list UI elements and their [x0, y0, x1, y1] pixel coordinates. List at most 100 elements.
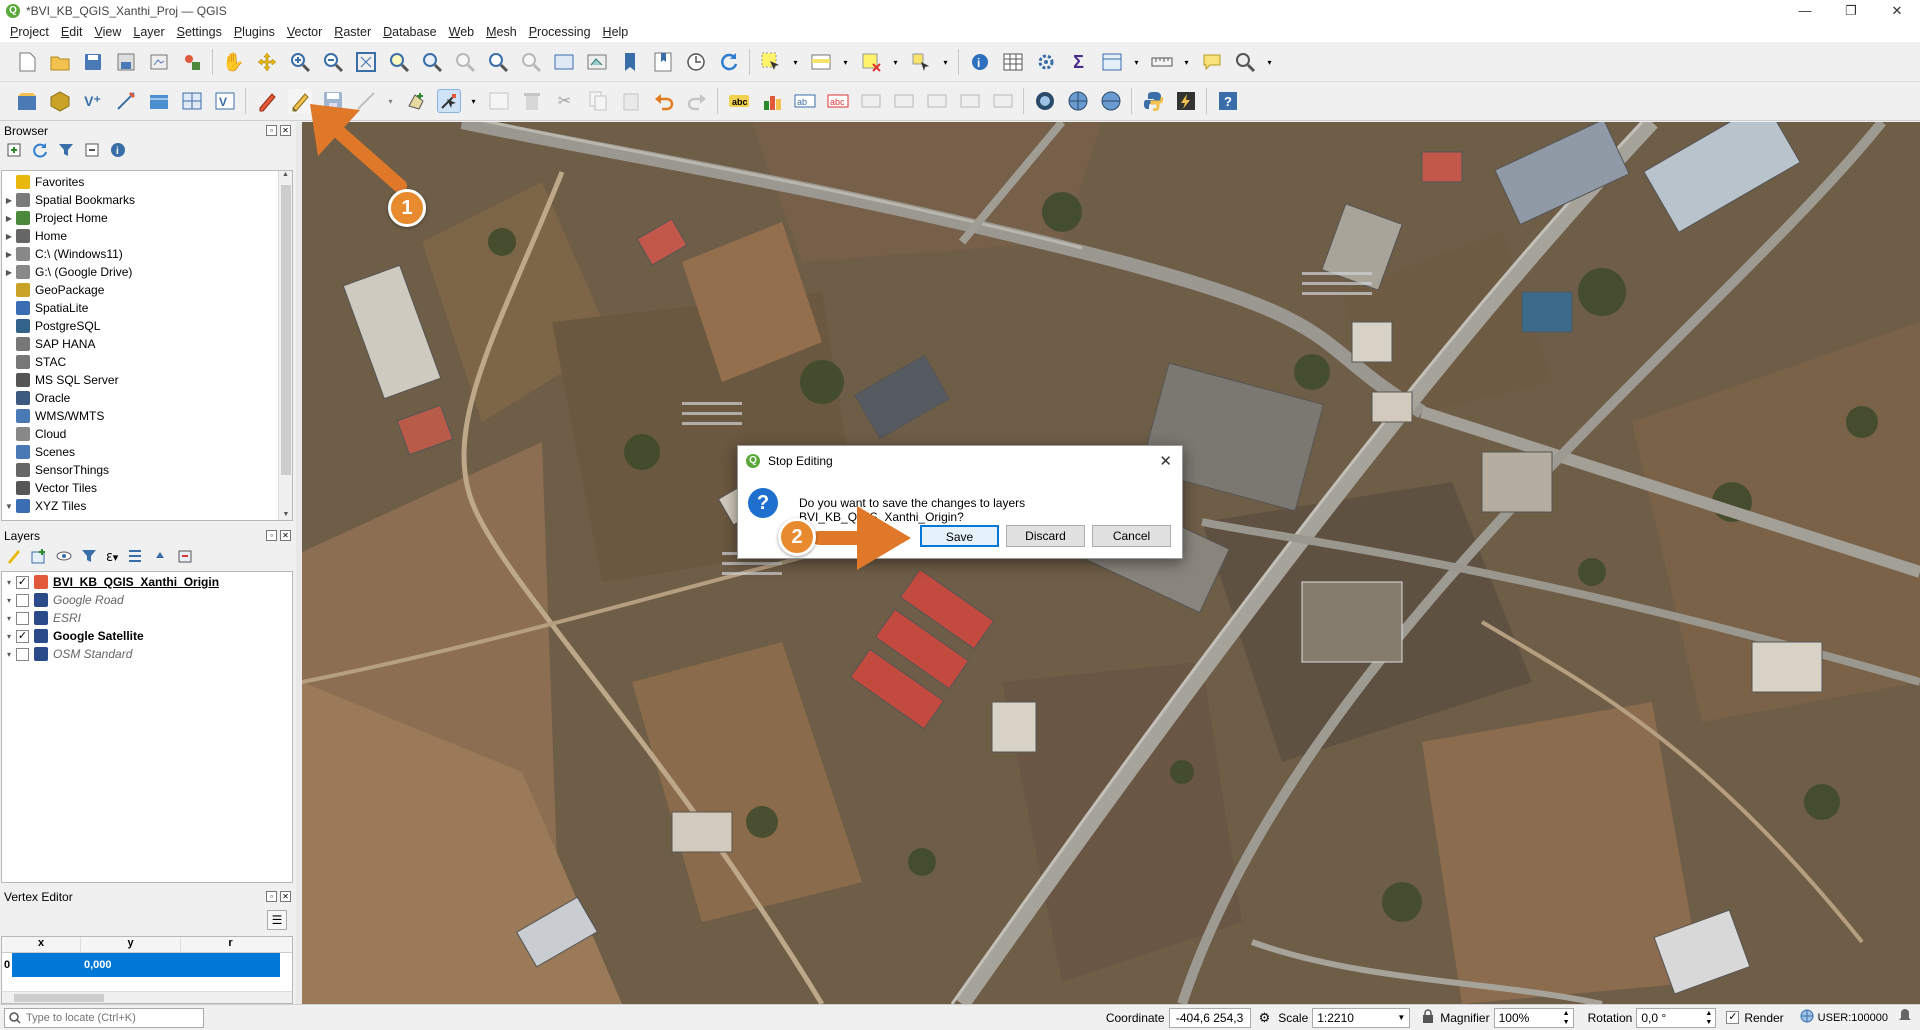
- zoom-last-icon[interactable]: [486, 50, 510, 74]
- extents-toggle-icon[interactable]: ⚙: [1259, 1010, 1271, 1026]
- modify-attributes-icon[interactable]: [487, 89, 511, 113]
- add-selected-layers-icon[interactable]: [6, 142, 22, 161]
- virtual-layer-icon[interactable]: [147, 89, 171, 113]
- expand-arrow-icon[interactable]: ▾: [2, 596, 16, 605]
- browser-item[interactable]: ▶ Home: [2, 227, 292, 245]
- menu-layer[interactable]: Layer: [127, 25, 170, 39]
- processing-toolbox-icon[interactable]: [1034, 50, 1058, 74]
- layer-item[interactable]: ▾ ✓ BVI_KB_QGIS_Xanthi_Origin: [2, 573, 292, 591]
- locator-input[interactable]: [26, 1011, 196, 1024]
- expand-arrow-icon[interactable]: ▶: [2, 232, 16, 241]
- statistics-sigma-icon[interactable]: Σ: [1067, 50, 1091, 74]
- menu-project[interactable]: Project: [4, 25, 55, 39]
- expand-arrow-icon[interactable]: ▶: [2, 196, 16, 205]
- zoom-next-icon[interactable]: [519, 50, 543, 74]
- chevron-down-icon[interactable]: ▾: [470, 89, 478, 113]
- collapse-all-icon[interactable]: [152, 548, 168, 567]
- menu-vector[interactable]: Vector: [281, 25, 328, 39]
- identify-features-icon[interactable]: i: [968, 50, 992, 74]
- zoom-full-icon[interactable]: [354, 50, 378, 74]
- rotation-spinbox[interactable]: 0,0 ° ▲ ▼: [1636, 1007, 1717, 1028]
- show-hide-labels-icon[interactable]: [892, 89, 916, 113]
- magnifier-spinbox[interactable]: 100% ▲ ▼: [1493, 1007, 1574, 1028]
- render-checkbox[interactable]: ✓: [1726, 1011, 1740, 1024]
- data-source-manager-icon[interactable]: [15, 89, 39, 113]
- map-tips-icon[interactable]: [1200, 50, 1224, 74]
- minimize-button[interactable]: —: [1782, 0, 1828, 22]
- temporal-controller-icon[interactable]: [684, 50, 708, 74]
- layer-visibility-checkbox[interactable]: [16, 647, 29, 661]
- expand-arrow-icon[interactable]: ▾: [2, 578, 16, 587]
- copy-features-icon[interactable]: [586, 89, 610, 113]
- browser-item[interactable]: STAC: [2, 353, 292, 371]
- zoom-to-selection-icon[interactable]: [387, 50, 411, 74]
- discard-button[interactable]: Discard: [1006, 525, 1085, 547]
- filter-legend-icon[interactable]: [81, 548, 97, 567]
- expand-arrow-icon[interactable]: ▶: [2, 268, 16, 277]
- label-settings-icon[interactable]: abc: [727, 89, 751, 113]
- open-project-icon[interactable]: [48, 50, 72, 74]
- select-location-icon[interactable]: [909, 50, 933, 74]
- browser-item[interactable]: PostgreSQL: [2, 317, 292, 335]
- undo-icon[interactable]: [652, 89, 676, 113]
- options-menu-icon[interactable]: ☰: [267, 910, 287, 930]
- maximize-button[interactable]: ❐: [1828, 0, 1874, 22]
- cell-r[interactable]: [180, 953, 280, 977]
- add-vector-tile-layer-icon[interactable]: V: [213, 89, 237, 113]
- zoom-native-icon[interactable]: [453, 50, 477, 74]
- globe-settings-icon[interactable]: [1099, 89, 1123, 113]
- chevron-down-icon[interactable]: ▾: [792, 50, 800, 74]
- zoom-to-layer-icon[interactable]: [420, 50, 444, 74]
- layer-styling-icon[interactable]: [6, 548, 22, 567]
- add-group-icon[interactable]: [31, 548, 47, 567]
- chevron-down-icon[interactable]: ▾: [1133, 50, 1141, 74]
- browser-item[interactable]: SpatiaLite: [2, 299, 292, 317]
- measure-line-icon[interactable]: [1150, 50, 1174, 74]
- quickmapservices-icon[interactable]: [1033, 89, 1057, 113]
- collapse-all-icon[interactable]: [84, 142, 100, 161]
- globe-search-icon[interactable]: [1066, 89, 1090, 113]
- locator-search-icon[interactable]: [1233, 50, 1257, 74]
- help-contents-icon[interactable]: ?: [1216, 89, 1240, 113]
- pan-to-selection-icon[interactable]: [255, 50, 279, 74]
- browser-item[interactable]: ▶ Project Home: [2, 209, 292, 227]
- menu-help[interactable]: Help: [597, 25, 635, 39]
- layer-visibility-checkbox[interactable]: ✓: [16, 575, 29, 589]
- remove-layer-icon[interactable]: [177, 548, 193, 567]
- plugin-lightning-icon[interactable]: [1174, 89, 1198, 113]
- expand-arrow-icon[interactable]: ▾: [2, 650, 16, 659]
- browser-item[interactable]: ▶ Spatial Bookmarks: [2, 191, 292, 209]
- style-manager-icon[interactable]: [180, 50, 204, 74]
- cell-y[interactable]: 0,000: [80, 953, 180, 977]
- zoom-out-icon[interactable]: [321, 50, 345, 74]
- browser-item[interactable]: ▶ G:\ (Google Drive): [2, 263, 292, 281]
- redo-icon[interactable]: [685, 89, 709, 113]
- browser-item[interactable]: SAP HANA: [2, 335, 292, 353]
- menu-plugins[interactable]: Plugins: [228, 25, 281, 39]
- undock-icon[interactable]: ▫: [266, 530, 277, 541]
- cell-x[interactable]: [12, 953, 80, 977]
- browser-scrollbar[interactable]: ▲ ▼: [278, 171, 292, 520]
- browser-item[interactable]: Favorites: [2, 173, 292, 191]
- map-canvas[interactable]: [302, 122, 1920, 1004]
- highlight-pinned-labels-icon[interactable]: ab: [793, 89, 817, 113]
- pin-labels-icon[interactable]: [859, 89, 883, 113]
- add-vector-layer-icon[interactable]: V⁺: [81, 89, 105, 113]
- column-header-r[interactable]: r: [180, 937, 280, 952]
- layer-item[interactable]: ▾ OSM Standard: [2, 645, 292, 663]
- browser-item[interactable]: ▼ XYZ Tiles: [2, 497, 292, 515]
- close-icon[interactable]: ✕: [280, 530, 291, 541]
- menu-mesh[interactable]: Mesh: [480, 25, 523, 39]
- layer-visibility-checkbox[interactable]: ✓: [16, 629, 29, 643]
- chevron-down-icon[interactable]: ▾: [842, 50, 850, 74]
- expand-all-icon[interactable]: [127, 548, 143, 567]
- cut-features-icon[interactable]: ✂: [553, 89, 577, 113]
- refresh-icon[interactable]: [717, 50, 741, 74]
- horizontal-scrollbar[interactable]: [2, 991, 292, 1003]
- new-3d-view-icon[interactable]: [585, 50, 609, 74]
- print-layout-icon[interactable]: [147, 50, 171, 74]
- browser-item[interactable]: ▶ C:\ (Windows11): [2, 245, 292, 263]
- save-button[interactable]: Save: [920, 525, 999, 547]
- filter-expression-icon[interactable]: ℇ▾: [106, 551, 118, 564]
- current-edits-icon[interactable]: [255, 89, 279, 113]
